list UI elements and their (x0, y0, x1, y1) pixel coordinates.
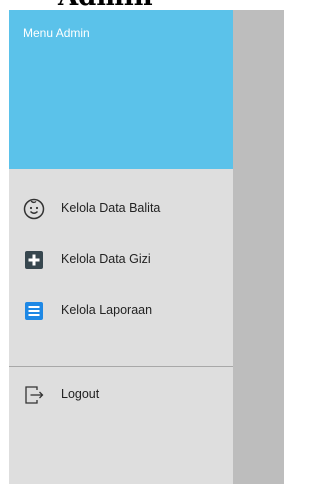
menu-item-label: Kelola Laporaan (61, 303, 153, 317)
list-document-icon (25, 302, 43, 320)
logout-button[interactable]: Logout (9, 377, 233, 413)
logout-label: Logout (61, 387, 100, 401)
menu-item-kelola-data-balita[interactable]: Kelola Data Balita (9, 191, 233, 227)
drawer-header: Menu Admin (9, 10, 233, 169)
menu-item-kelola-data-gizi[interactable]: Kelola Data Gizi (9, 242, 233, 278)
drawer-scrim[interactable] (233, 10, 284, 484)
menu-item-kelola-laporaan[interactable]: Kelola Laporaan (9, 293, 233, 329)
drawer-title: Menu Admin (23, 26, 90, 40)
menu-divider (9, 366, 233, 367)
navigation-drawer: Menu Admin Kelola Data Balita Kelola Dat… (9, 10, 233, 484)
baby-face-icon (23, 198, 45, 220)
menu-item-label: Kelola Data Balita (61, 201, 161, 215)
page-header: Admin (0, 0, 294, 10)
menu-item-label: Kelola Data Gizi (61, 252, 151, 266)
page-title: Admin (58, 0, 153, 10)
plus-box-icon (25, 251, 43, 269)
logout-icon (25, 386, 44, 404)
